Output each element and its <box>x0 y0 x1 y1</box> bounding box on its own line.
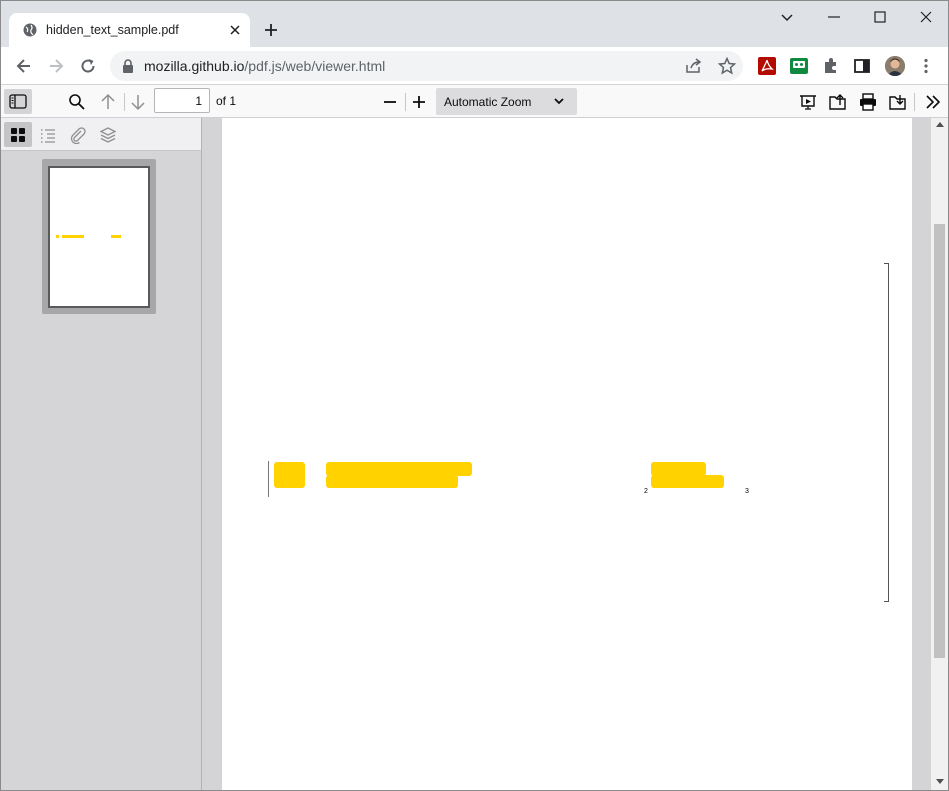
thumbnails-view-button[interactable] <box>4 122 32 147</box>
pdf-toolbar: of 1 Automatic Zoom <box>1 85 948 118</box>
layers-view-button[interactable] <box>94 122 122 147</box>
scroll-up-arrow-icon[interactable] <box>936 122 944 127</box>
layers-icon <box>99 127 117 143</box>
tools-button[interactable] <box>919 89 947 114</box>
acrobat-icon[interactable] <box>758 57 776 75</box>
highlight-block <box>651 462 706 476</box>
close-icon[interactable] <box>228 23 242 37</box>
find-button[interactable] <box>63 89 91 114</box>
url-domain: mozilla.github.io <box>144 58 245 74</box>
print-icon <box>860 93 876 111</box>
browser-toolbar: mozilla.github.io/pdf.js/web/viewer.html <box>1 47 948 85</box>
zoom-out-button[interactable] <box>376 89 404 114</box>
search-icon <box>69 94 85 110</box>
page-bracket-bottom <box>884 601 889 602</box>
next-page-button[interactable] <box>124 89 152 114</box>
scrollbar-thumb[interactable] <box>934 224 945 658</box>
presentation-mode-icon <box>800 95 816 110</box>
pdf-viewer-container[interactable]: 2 3 <box>202 118 931 790</box>
maximize-icon[interactable] <box>872 9 888 25</box>
globe-icon <box>23 23 37 37</box>
previous-page-icon <box>101 93 115 109</box>
highlight-block <box>274 462 305 488</box>
superscript-label: 3 <box>745 488 749 495</box>
minimize-icon[interactable] <box>826 9 842 25</box>
toolbar-separator <box>914 93 915 111</box>
browser-tab[interactable]: hidden_text_sample.pdf <box>9 13 250 47</box>
zoom-out-icon <box>384 101 396 103</box>
presentation-mode-button[interactable] <box>794 89 822 114</box>
attachments-icon <box>70 127 86 144</box>
thumbnail-highlight <box>111 235 121 238</box>
page-count-label: of 1 <box>216 94 237 108</box>
sidebar-toggle-button[interactable] <box>4 89 32 114</box>
page-thumbnail[interactable] <box>48 166 150 308</box>
outline-icon <box>41 129 55 143</box>
tools-icon <box>926 95 941 109</box>
thumbnail-highlight <box>56 235 59 238</box>
star-icon[interactable] <box>718 57 736 75</box>
browser-window: hidden_text_sample.pdf mozilla.github.io… <box>0 0 949 791</box>
zoom-in-button[interactable] <box>405 89 433 114</box>
page-thumbnail-selected[interactable] <box>42 159 156 314</box>
forward-icon[interactable] <box>47 57 65 75</box>
back-icon[interactable] <box>15 57 33 75</box>
zoom-select[interactable]: Automatic Zoom <box>436 88 577 115</box>
plus-icon[interactable] <box>263 22 279 38</box>
tab-title: hidden_text_sample.pdf <box>46 23 179 37</box>
page-bracket-top <box>884 263 889 264</box>
url-path: /pdf.js/web/viewer.html <box>244 58 386 74</box>
scroll-down-arrow-icon[interactable] <box>936 779 944 784</box>
previous-page-button[interactable] <box>94 89 122 114</box>
open-file-icon <box>829 94 846 110</box>
print-button[interactable] <box>854 89 882 114</box>
superscript-label: 2 <box>644 488 648 495</box>
reload-icon[interactable] <box>79 57 97 75</box>
url-text[interactable]: mozilla.github.io/pdf.js/web/viewer.html <box>144 58 385 74</box>
share-icon[interactable] <box>685 58 703 74</box>
extension-icon[interactable] <box>790 57 808 75</box>
tab-strip: hidden_text_sample.pdf <box>1 1 948 47</box>
pdf-sidebar <box>1 118 202 790</box>
pdf-page: 2 3 <box>222 118 912 790</box>
page-number-input[interactable] <box>154 88 210 113</box>
next-page-icon <box>131 95 145 111</box>
window-close-icon[interactable] <box>918 9 934 25</box>
highlight-block <box>651 475 724 488</box>
viewer-scrollbar[interactable] <box>931 118 948 790</box>
highlight-block <box>326 462 472 476</box>
kebab-menu-icon[interactable] <box>917 57 935 75</box>
zoom-in-icon <box>413 96 425 108</box>
thumbnail-highlight <box>62 235 84 238</box>
chevron-down-icon[interactable] <box>779 9 795 25</box>
sidepanel-icon[interactable] <box>853 57 871 75</box>
save-icon <box>889 95 906 110</box>
highlight-block <box>326 475 458 488</box>
lock-icon[interactable] <box>122 59 134 73</box>
save-button[interactable] <box>884 89 912 114</box>
page-bracket-line <box>888 263 889 601</box>
avatar[interactable] <box>885 56 905 76</box>
puzzle-icon[interactable] <box>822 57 840 75</box>
text-cursor-line <box>268 461 269 497</box>
chevron-down-icon <box>554 98 564 105</box>
thumbnails-icon <box>11 128 25 142</box>
open-file-button[interactable] <box>824 89 852 114</box>
attachments-view-button[interactable] <box>64 122 92 147</box>
address-bar[interactable]: mozilla.github.io/pdf.js/web/viewer.html <box>110 51 743 81</box>
sidebar-toggle-icon <box>9 94 27 109</box>
outline-view-button[interactable] <box>34 122 62 147</box>
zoom-select-value: Automatic Zoom <box>444 95 532 109</box>
sidebar-view-tabs <box>1 118 201 151</box>
